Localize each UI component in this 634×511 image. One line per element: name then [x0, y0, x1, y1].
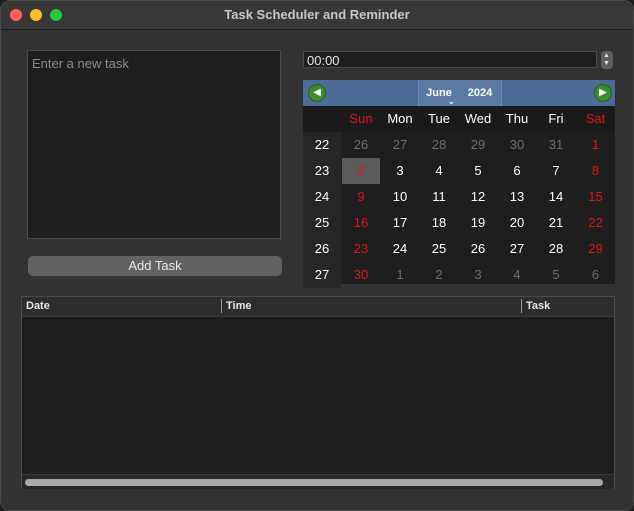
calendar-day[interactable]: 6 [576, 262, 615, 288]
horizontal-scrollbar[interactable] [22, 474, 614, 489]
calendar-day[interactable]: 13 [498, 184, 536, 210]
time-value: 00:00 [307, 53, 340, 68]
day-header-sat: Sat [576, 106, 615, 132]
day-header-wed: Wed [459, 106, 497, 132]
calendar-day[interactable]: 7 [537, 158, 575, 184]
calendar-day[interactable]: 10 [381, 184, 419, 210]
calendar-day[interactable]: 11 [420, 184, 458, 210]
calendar-day[interactable]: 21 [537, 210, 575, 236]
calendar-day[interactable]: 27 [381, 132, 419, 158]
calendar-day[interactable]: 18 [420, 210, 458, 236]
calendar-day[interactable]: 22 [576, 210, 615, 236]
calendar-day[interactable]: 5 [537, 262, 575, 288]
calendar-day[interactable]: 26 [459, 236, 497, 262]
calendar-day[interactable]: 29 [459, 132, 497, 158]
day-header-mon: Mon [381, 106, 419, 132]
time-spinner[interactable]: ▲ ▼ [601, 51, 613, 69]
time-edit[interactable]: 00:00 [303, 51, 597, 68]
calendar-day[interactable]: 1 [576, 132, 615, 158]
calendar-day[interactable]: 3 [459, 262, 497, 288]
calendar-day[interactable]: 29 [576, 236, 615, 262]
table-header: Date Time Task [22, 297, 614, 317]
week-number: 27 [303, 262, 341, 288]
spin-up-icon[interactable]: ▲ [603, 52, 610, 60]
calendar-day[interactable]: 28 [537, 236, 575, 262]
scrollbar-thumb[interactable] [25, 479, 603, 486]
week-number-header [303, 106, 341, 132]
calendar-nav-bar: ◀ June ⌄ 2024 ▶ [303, 80, 615, 106]
column-header-time[interactable]: Time [226, 300, 251, 312]
week-number: 22 [303, 132, 341, 158]
year-selector[interactable]: 2024 [459, 80, 502, 106]
calendar-day[interactable]: 23 [342, 236, 380, 262]
calendar-day[interactable]: 30 [498, 132, 536, 158]
calendar-day[interactable]: 31 [537, 132, 575, 158]
task-input[interactable] [27, 50, 281, 239]
title-bar: Task Scheduler and Reminder [1, 1, 633, 30]
day-header-sun: Sun [342, 106, 380, 132]
calendar-day[interactable]: 12 [459, 184, 497, 210]
calendar-day[interactable]: 2 [342, 158, 380, 184]
calendar-day[interactable]: 17 [381, 210, 419, 236]
calendar-day[interactable]: 19 [459, 210, 497, 236]
calendar-day[interactable]: 20 [498, 210, 536, 236]
column-header-task[interactable]: Task [526, 300, 550, 312]
calendar-day[interactable]: 4 [420, 158, 458, 184]
calendar: ◀ June ⌄ 2024 ▶ Sun Mon Tue Wed Thu Fri Sat 22 2… [303, 80, 615, 288]
calendar-day[interactable]: 15 [576, 184, 615, 210]
calendar-day[interactable]: 25 [420, 236, 458, 262]
calendar-day[interactable]: 2 [420, 262, 458, 288]
week-number: 25 [303, 210, 341, 236]
add-task-button[interactable]: Add Task [28, 256, 282, 276]
day-header-fri: Fri [537, 106, 575, 132]
app-window: Task Scheduler and Reminder Add Task 00:… [0, 0, 634, 511]
calendar-day[interactable]: 27 [498, 236, 536, 262]
arrow-right-icon[interactable]: ▶ [594, 84, 612, 102]
calendar-day[interactable]: 24 [381, 236, 419, 262]
arrow-left-icon[interactable]: ◀ [308, 84, 326, 102]
month-selector[interactable]: June ⌄ [418, 80, 460, 106]
calendar-day[interactable]: 4 [498, 262, 536, 288]
column-header-date[interactable]: Date [26, 300, 50, 312]
task-table: Date Time Task [21, 296, 615, 489]
column-divider[interactable] [221, 299, 222, 313]
spin-down-icon[interactable]: ▼ [603, 60, 610, 68]
column-divider[interactable] [521, 299, 522, 313]
calendar-day[interactable]: 16 [342, 210, 380, 236]
calendar-day[interactable]: 26 [342, 132, 380, 158]
calendar-day[interactable]: 5 [459, 158, 497, 184]
calendar-day[interactable]: 9 [342, 184, 380, 210]
window-title: Task Scheduler and Reminder [224, 7, 410, 22]
week-number: 23 [303, 158, 341, 184]
week-number: 26 [303, 236, 341, 262]
calendar-day[interactable]: 1 [381, 262, 419, 288]
calendar-day[interactable]: 8 [576, 158, 615, 184]
day-header-tue: Tue [420, 106, 458, 132]
calendar-day[interactable]: 6 [498, 158, 536, 184]
calendar-day[interactable]: 3 [381, 158, 419, 184]
week-number: 24 [303, 184, 341, 210]
calendar-day[interactable]: 28 [420, 132, 458, 158]
calendar-day[interactable]: 30 [342, 262, 380, 288]
day-header-thu: Thu [498, 106, 536, 132]
calendar-day[interactable]: 14 [537, 184, 575, 210]
